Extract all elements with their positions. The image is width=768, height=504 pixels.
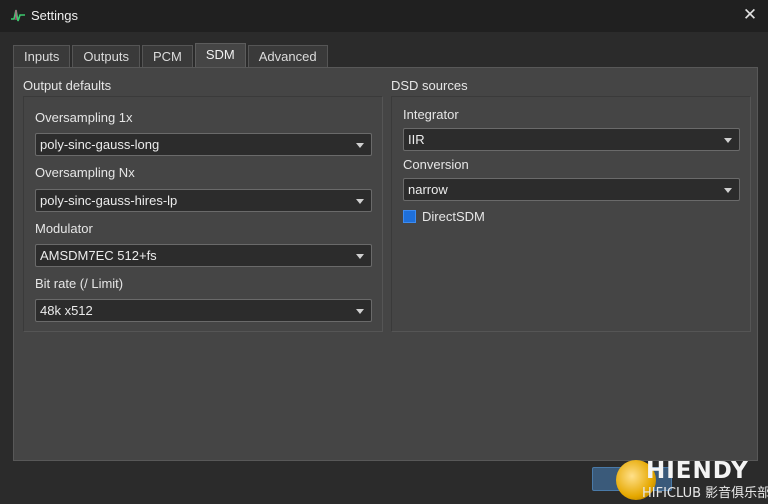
tab-inputs[interactable]: Inputs [13,45,71,69]
conversion-select[interactable]: narrow [403,178,740,201]
waveform-app-icon [10,7,26,23]
chevron-down-icon [356,309,364,314]
chevron-down-icon [356,143,364,148]
close-icon: ✕ [742,5,758,24]
direct-sdm-checkbox[interactable]: DirectSDM [403,209,485,224]
oversampling-1x-label: Oversampling 1x [35,110,133,125]
modulator-select[interactable]: AMSDM7EC 512+fs [35,244,372,267]
oversampling-1x-select[interactable]: poly-sinc-gauss-long [35,133,372,156]
chevron-down-icon [356,254,364,259]
chevron-down-icon [724,188,732,193]
bit-rate-select[interactable]: 48k x512 [35,299,372,322]
dsd-sources-title: DSD sources [391,78,468,93]
checkbox-checked-icon [403,210,416,223]
window-title: Settings [31,8,78,23]
bit-rate-label: Bit rate (/ Limit) [35,276,124,291]
conversion-value: narrow [408,182,448,197]
title-bar: Settings ✕ [0,0,768,32]
watermark-brand: HIENDY [646,458,749,484]
conversion-label: Conversion [403,157,469,172]
integrator-select[interactable]: IIR [403,128,740,151]
tab-advanced[interactable]: Advanced [247,45,328,69]
modulator-value: AMSDM7EC 512+fs [40,248,157,263]
integrator-label: Integrator [403,107,459,122]
watermark-sub: HIFICLUB 影音俱乐部 [642,486,768,501]
chevron-down-icon [724,138,732,143]
direct-sdm-label: DirectSDM [422,209,485,224]
oversampling-1x-value: poly-sinc-gauss-long [40,137,160,152]
modulator-label: Modulator [35,221,93,236]
tab-pcm[interactable]: PCM [141,45,193,69]
watermark-logo: HIENDY HIFICLUB 影音俱乐部 [612,458,768,504]
chevron-down-icon [356,199,364,204]
tab-bar: Inputs Outputs PCM SDM Advanced [13,43,330,69]
oversampling-nx-label: Oversampling Nx [35,165,135,180]
oversampling-nx-select[interactable]: poly-sinc-gauss-hires-lp [35,189,372,212]
output-defaults-group [23,96,383,332]
oversampling-nx-value: poly-sinc-gauss-hires-lp [40,193,178,208]
tab-outputs[interactable]: Outputs [72,45,140,69]
close-button[interactable]: ✕ [732,0,768,30]
tab-sdm[interactable]: SDM [194,43,246,69]
integrator-value: IIR [408,132,425,147]
bit-rate-value: 48k x512 [40,303,93,318]
sdm-tab-panel: Output defaults Oversampling 1x poly-sin… [13,67,758,461]
output-defaults-title: Output defaults [23,78,112,93]
